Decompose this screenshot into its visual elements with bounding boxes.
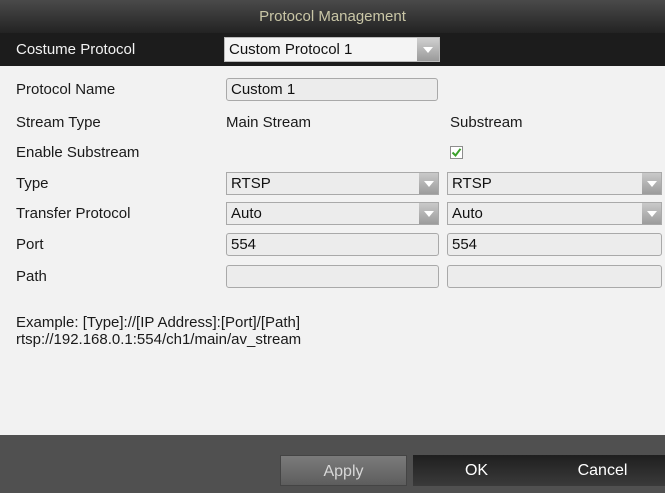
port-label: Port	[16, 236, 44, 253]
type-sub-select[interactable]: RTSP	[447, 172, 662, 195]
cancel-button[interactable]: Cancel	[540, 455, 665, 486]
checkmark-icon	[451, 148, 462, 158]
transfer-main-value: Auto	[231, 205, 262, 222]
main-stream-header: Main Stream	[226, 114, 312, 131]
path-main-input[interactable]	[226, 265, 439, 288]
chevron-down-icon[interactable]	[419, 203, 438, 224]
transfer-protocol-label: Transfer Protocol	[16, 205, 131, 222]
protocol-select[interactable]: Custom Protocol 1	[224, 37, 440, 62]
type-label: Type	[16, 175, 49, 192]
transfer-main-select[interactable]: Auto	[226, 202, 439, 225]
enable-substream-label: Enable Substream	[16, 144, 140, 161]
stream-type-label: Stream Type	[16, 114, 101, 131]
protocol-management-dialog: Protocol Management Costume Protocol Cus…	[0, 0, 665, 493]
type-sub-value: RTSP	[452, 175, 492, 192]
apply-button[interactable]: Apply	[280, 455, 407, 486]
transfer-sub-value: Auto	[452, 205, 483, 222]
window-title: Protocol Management	[0, 0, 665, 33]
port-main-input[interactable]: 554	[226, 233, 439, 256]
substream-header: Substream	[450, 114, 523, 131]
type-main-value: RTSP	[231, 175, 271, 192]
protocol-name-input[interactable]: Custom 1	[226, 78, 438, 101]
protocol-select-value: Custom Protocol 1	[229, 41, 353, 58]
chevron-down-icon[interactable]	[417, 38, 439, 61]
transfer-sub-select[interactable]: Auto	[447, 202, 662, 225]
path-sub-input[interactable]	[447, 265, 662, 288]
protocol-label: Costume Protocol	[16, 41, 136, 58]
chevron-down-icon[interactable]	[419, 173, 438, 194]
chevron-down-icon[interactable]	[642, 203, 661, 224]
type-main-select[interactable]: RTSP	[226, 172, 439, 195]
form-area: Protocol Name Custom 1 Stream Type Main …	[0, 66, 665, 435]
example-text: Example: [Type]://[IP Address]:[Port]/[P…	[16, 314, 301, 348]
example-line-1: Example: [Type]://[IP Address]:[Port]/[P…	[16, 314, 301, 331]
protocol-name-label: Protocol Name	[16, 81, 116, 98]
chevron-down-icon[interactable]	[642, 173, 661, 194]
port-sub-input[interactable]: 554	[447, 233, 662, 256]
path-label: Path	[16, 268, 47, 285]
ok-button[interactable]: OK	[413, 455, 540, 486]
example-line-2: rtsp://192.168.0.1:554/ch1/main/av_strea…	[16, 331, 302, 348]
enable-substream-checkbox[interactable]	[450, 146, 463, 159]
